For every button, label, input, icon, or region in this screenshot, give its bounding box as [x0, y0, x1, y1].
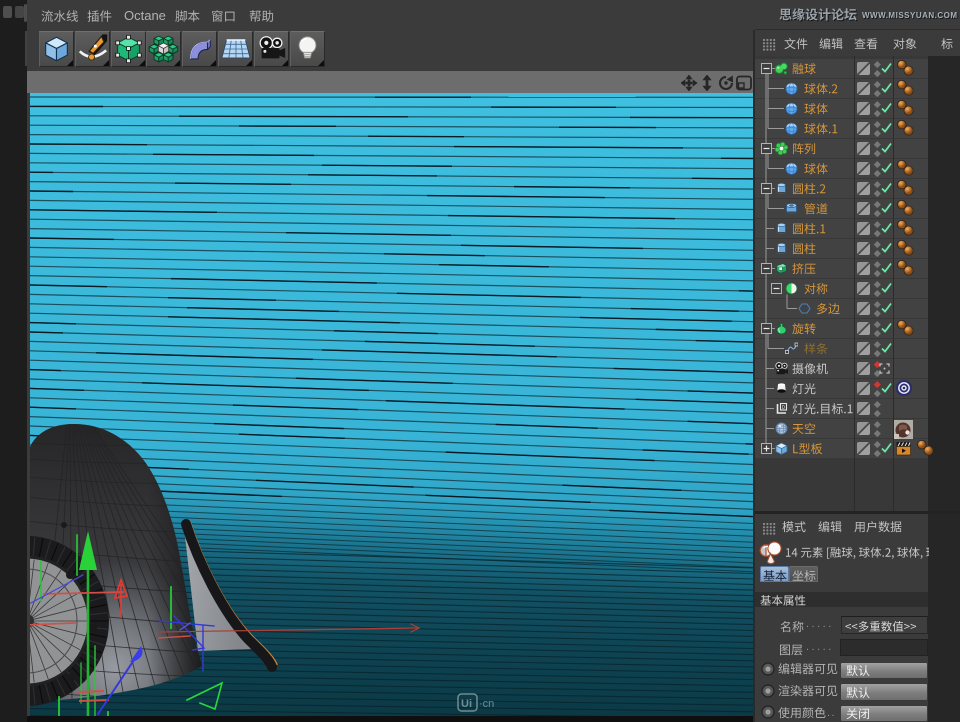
svg-text:0: 0: [782, 405, 785, 411]
svg-text:Ui: Ui: [461, 698, 472, 710]
svg-text:·cn: ·cn: [479, 698, 494, 710]
